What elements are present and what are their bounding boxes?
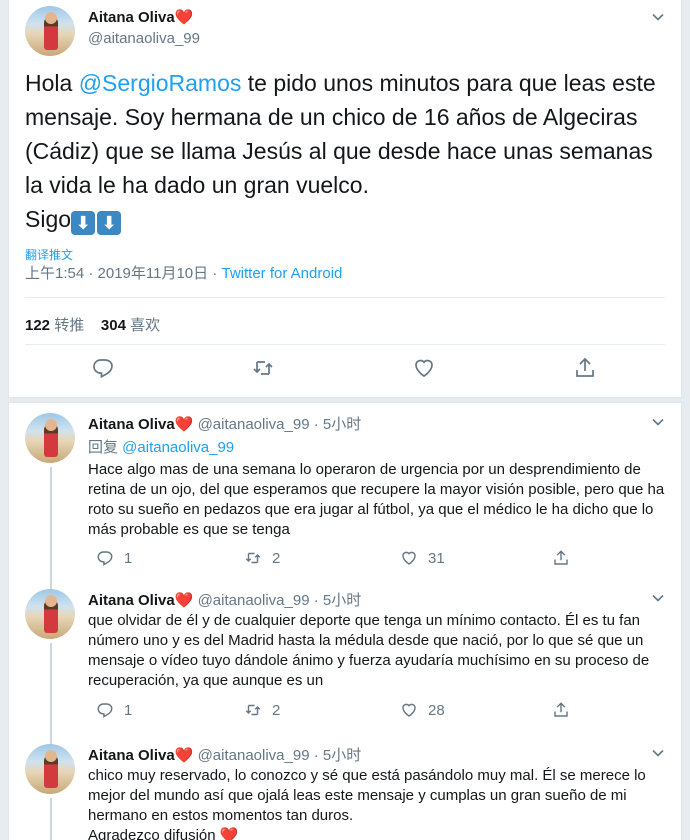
retweet-button[interactable]: 2 bbox=[244, 701, 280, 719]
divider bbox=[25, 344, 665, 345]
retweet-icon[interactable] bbox=[251, 356, 281, 386]
reply-icon[interactable] bbox=[91, 356, 121, 386]
reply-tweet[interactable]: Aitana Oliva❤️ @aitanaoliva_99 · 5小时 que… bbox=[9, 579, 681, 747]
share-icon[interactable] bbox=[573, 356, 603, 386]
reply-tweet[interactable]: Aitana Oliva❤️ @aitanaoliva_99 · 5小时 回复 … bbox=[9, 403, 681, 591]
share-button[interactable] bbox=[552, 701, 570, 719]
reply-count: 1 bbox=[124, 701, 133, 719]
author-block: Aitana Oliva❤️ bbox=[88, 8, 193, 27]
reply-text: que olvidar de él y de cualquier deporte… bbox=[88, 612, 650, 689]
author-handle[interactable]: @aitanaoliva_99 bbox=[198, 592, 310, 609]
retweet-count: 2 bbox=[272, 701, 281, 719]
likes-count[interactable]: 304 bbox=[101, 317, 126, 334]
thread-line bbox=[50, 643, 52, 747]
heart-emoji: ❤️ bbox=[174, 9, 194, 26]
reply-text-body: chico muy reservado, lo conozco y sé que… bbox=[88, 767, 646, 824]
tweet-text: Hola @SergioRamos te pido unos minutos p… bbox=[25, 66, 665, 236]
reply-button[interactable]: 1 bbox=[96, 549, 132, 567]
heart-icon[interactable] bbox=[412, 356, 442, 386]
heart-emoji: ❤️ bbox=[174, 416, 194, 433]
reply-text: chico muy reservado, lo conozco y sé que… bbox=[88, 766, 668, 840]
likes-label[interactable]: 喜欢 bbox=[130, 317, 160, 334]
mention-link[interactable]: @SergioRamos bbox=[79, 70, 242, 96]
like-button[interactable]: 31 bbox=[400, 549, 445, 567]
like-count: 31 bbox=[428, 549, 445, 567]
chevron-down-icon[interactable] bbox=[649, 591, 667, 609]
thread-line bbox=[50, 798, 52, 840]
reply-actions: 1 2 28 bbox=[88, 701, 588, 721]
main-tweet: Aitana Oliva❤️ @aitanaoliva_99 Hola @Ser… bbox=[8, 0, 682, 398]
author-handle[interactable]: @aitanaoliva_99 bbox=[198, 747, 310, 764]
author-handle[interactable]: @aitanaoliva_99 bbox=[198, 416, 310, 433]
author-name[interactable]: Aitana Oliva bbox=[88, 416, 175, 433]
share-icon[interactable] bbox=[552, 701, 570, 719]
tweet-text-start: Hola bbox=[25, 70, 79, 96]
avatar[interactable] bbox=[25, 6, 75, 56]
share-icon[interactable] bbox=[552, 549, 570, 567]
heart-icon[interactable] bbox=[400, 701, 418, 719]
retweet-icon[interactable] bbox=[244, 549, 262, 567]
like-count: 28 bbox=[428, 701, 445, 719]
retweets-label[interactable]: 转推 bbox=[54, 317, 84, 334]
heart-emoji: ❤️ bbox=[219, 827, 239, 840]
replies-list: Aitana Oliva❤️ @aitanaoliva_99 · 5小时 回复 … bbox=[8, 402, 682, 840]
down-arrow-icon: ⬇ bbox=[97, 211, 122, 235]
reply-header: Aitana Oliva❤️ @aitanaoliva_99 · 5小时 bbox=[88, 413, 361, 434]
reply-to-mention[interactable]: @aitanaoliva_99 bbox=[122, 439, 234, 456]
chevron-down-icon[interactable] bbox=[649, 746, 667, 764]
reply-time[interactable]: · 5小时 bbox=[314, 592, 362, 609]
avatar[interactable] bbox=[25, 744, 75, 794]
replying-to-label: 回复 bbox=[88, 439, 123, 456]
share-button[interactable] bbox=[552, 549, 570, 567]
source-link[interactable]: Twitter for Android bbox=[221, 265, 342, 282]
tweet-text-end: Sigo bbox=[25, 206, 72, 232]
tweet-meta: 上午1:54 · 2019年11月10日 · Twitter for Andro… bbox=[25, 262, 342, 283]
reply-text-closing: Agradezco difusión bbox=[88, 827, 220, 840]
translate-link[interactable]: 翻译推文 bbox=[25, 246, 73, 263]
author-name[interactable]: Aitana Oliva bbox=[88, 592, 175, 609]
retweet-icon[interactable] bbox=[244, 701, 262, 719]
down-arrow-icon: ⬇ bbox=[71, 211, 96, 235]
reply-header: Aitana Oliva❤️ @aitanaoliva_99 · 5小时 bbox=[88, 589, 361, 610]
chevron-down-icon[interactable] bbox=[649, 10, 667, 28]
reply-time[interactable]: · 5小时 bbox=[314, 747, 362, 764]
retweets-count[interactable]: 122 bbox=[25, 317, 50, 334]
reply-text: Hace algo mas de una semana lo operaron … bbox=[88, 461, 665, 538]
reply-time[interactable]: · 5小时 bbox=[314, 416, 362, 433]
tweet-page: Aitana Oliva❤️ @aitanaoliva_99 Hola @Ser… bbox=[0, 0, 690, 840]
reply-count: 1 bbox=[124, 549, 133, 567]
like-button[interactable]: 28 bbox=[400, 701, 445, 719]
chevron-down-icon[interactable] bbox=[649, 415, 667, 433]
reply-actions: 1 2 31 bbox=[88, 549, 588, 569]
avatar[interactable] bbox=[25, 589, 75, 639]
heart-icon[interactable] bbox=[400, 549, 418, 567]
reply-header: Aitana Oliva❤️ @aitanaoliva_99 · 5小时 bbox=[88, 744, 361, 765]
retweet-button[interactable]: 2 bbox=[244, 549, 280, 567]
timestamp[interactable]: 上午1:54 · 2019年11月10日 · bbox=[25, 265, 221, 282]
divider bbox=[25, 297, 665, 298]
author-name[interactable]: Aitana Oliva bbox=[88, 9, 175, 26]
thread-line bbox=[50, 467, 52, 591]
author-handle[interactable]: @aitanaoliva_99 bbox=[88, 30, 200, 47]
reply-icon[interactable] bbox=[96, 549, 114, 567]
reply-tweet[interactable]: Aitana Oliva❤️ @aitanaoliva_99 · 5小时 chi… bbox=[9, 734, 681, 840]
author-name[interactable]: Aitana Oliva bbox=[88, 747, 175, 764]
tweet-stats: 122 转推 304 喜欢 bbox=[25, 314, 160, 335]
reply-button[interactable]: 1 bbox=[96, 701, 132, 719]
replying-to: 回复 @aitanaoliva_99 bbox=[88, 436, 234, 457]
heart-emoji: ❤️ bbox=[174, 747, 194, 764]
reply-icon[interactable] bbox=[96, 701, 114, 719]
retweet-count: 2 bbox=[272, 549, 281, 567]
avatar[interactable] bbox=[25, 413, 75, 463]
tweet-actions bbox=[9, 356, 681, 386]
heart-emoji: ❤️ bbox=[174, 592, 194, 609]
